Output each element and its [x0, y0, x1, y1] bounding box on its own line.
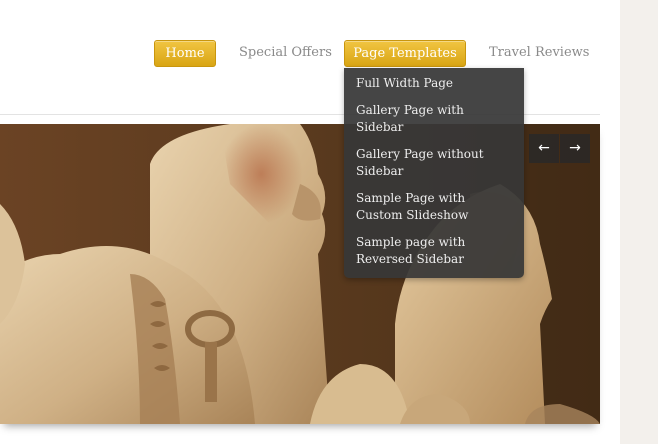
dropdown-item-reversed-sidebar[interactable]: Sample page with Reversed Sidebar	[344, 230, 524, 274]
nav-item-page-templates[interactable]: Page Templates	[344, 40, 466, 67]
main-navigation: Home Special Offers Page Templates Trave…	[0, 0, 620, 114]
slider-prev-button[interactable]: ←	[529, 134, 559, 163]
nav-item-travel-reviews[interactable]: Travel Reviews	[489, 40, 589, 65]
page-templates-dropdown: Full Width Page Gallery Page with Sideba…	[344, 68, 524, 278]
dropdown-item-gallery-without-sidebar[interactable]: Gallery Page without Sidebar	[344, 142, 524, 186]
dropdown-item-full-width-page[interactable]: Full Width Page	[344, 71, 524, 98]
dropdown-item-custom-slideshow[interactable]: Sample Page with Custom Slideshow	[344, 186, 524, 230]
dropdown-item-gallery-with-sidebar[interactable]: Gallery Page with Sidebar	[344, 98, 524, 142]
page-side-background	[620, 0, 658, 444]
nav-item-home[interactable]: Home	[154, 40, 216, 67]
slider-next-button[interactable]: →	[560, 134, 590, 163]
nav-item-special-offers[interactable]: Special Offers	[239, 40, 332, 65]
